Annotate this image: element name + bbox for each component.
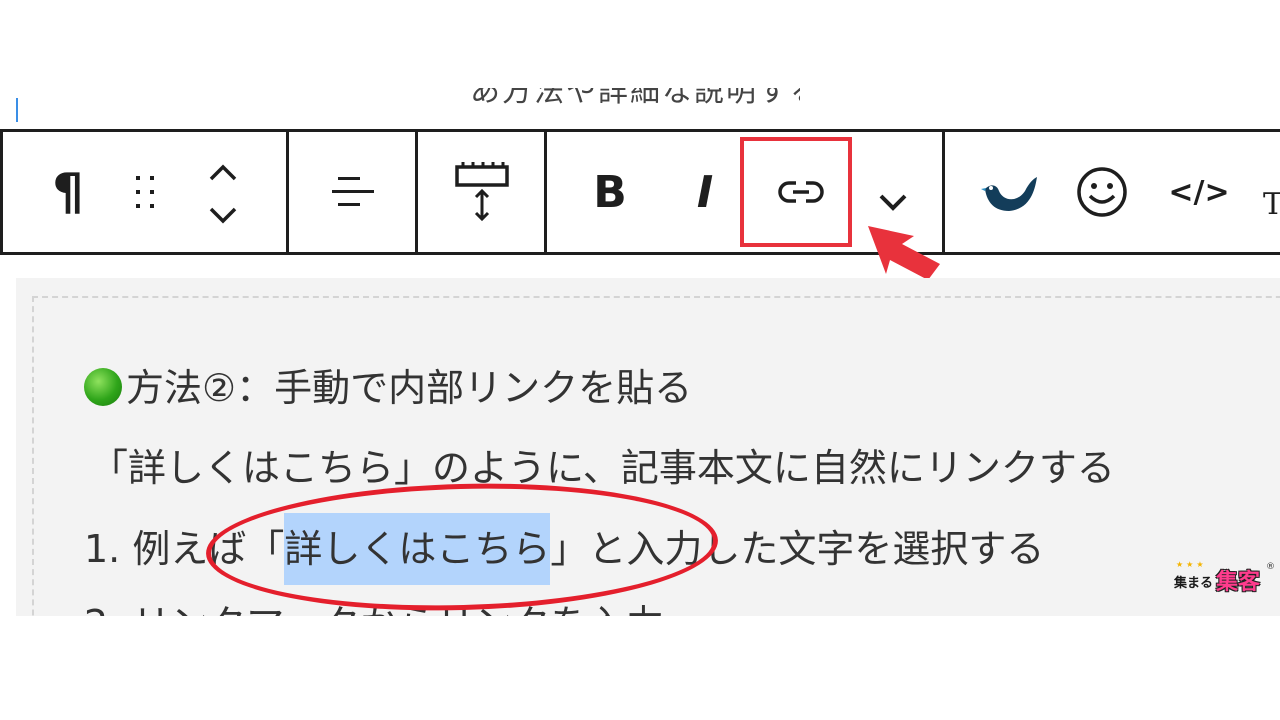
text-size-button[interactable]: T	[1263, 172, 1280, 236]
align-left-icon	[332, 177, 374, 206]
code-button[interactable]: </>	[1159, 160, 1239, 224]
logo-registered-mark: ®	[1266, 562, 1275, 572]
partial-text-line: あ方法や詳細な説明する	[470, 88, 800, 104]
italic-label: I	[696, 166, 714, 218]
bold-button[interactable]: B	[578, 160, 642, 224]
paragraph-icon: ¶	[52, 163, 84, 221]
red-arrow-annotation	[868, 226, 940, 280]
chevron-down-icon	[879, 194, 907, 211]
green-circle-icon	[84, 368, 122, 406]
link-button-highlight	[740, 137, 852, 247]
bird-icon	[981, 177, 1037, 211]
align-button[interactable]	[318, 160, 388, 224]
toolbar-divider	[544, 132, 547, 252]
drag-handle-button[interactable]	[115, 160, 175, 224]
heading-text: 方法②：手動で内部リンクを貼る	[126, 366, 693, 410]
paragraph-line[interactable]: 「詳しくはこちら」のように、記事本文に自然にリンクする	[90, 449, 1115, 487]
emoji-icon	[1077, 167, 1127, 217]
height-adjust-icon	[455, 162, 509, 222]
move-up-down-button[interactable]	[193, 154, 253, 234]
paragraph-text: 「詳しくはこちら」のように、記事本文に自然にリンクする	[90, 446, 1115, 490]
code-icon: </>	[1168, 174, 1230, 210]
move-up-down-icon	[209, 164, 237, 224]
logo-stars: ★★★	[1176, 560, 1207, 569]
paragraph-button[interactable]: ¶	[33, 160, 103, 224]
toolbar-divider	[286, 132, 289, 252]
italic-button[interactable]: I	[673, 160, 737, 224]
heading-line[interactable]: 方法②：手動で内部リンクを貼る	[84, 368, 692, 407]
emoji-button[interactable]	[1067, 160, 1137, 224]
block-toolbar: ¶ B I </> T	[0, 129, 1280, 255]
toolbar-divider	[415, 132, 418, 252]
logo-big-text: 集客	[1216, 570, 1261, 595]
bold-label: B	[593, 166, 627, 218]
partial-text: あ方法や詳細な説明する	[470, 88, 800, 104]
logo-small-text: 集まる	[1174, 576, 1214, 591]
brand-logo: ★★★ 集まる 集客 ®	[1172, 560, 1275, 595]
height-adjust-button[interactable]	[443, 156, 523, 228]
bird-button[interactable]	[971, 160, 1047, 224]
text-cursor	[16, 98, 18, 122]
text-size-icon: T	[1263, 186, 1280, 222]
drag-handle-icon	[136, 176, 154, 208]
